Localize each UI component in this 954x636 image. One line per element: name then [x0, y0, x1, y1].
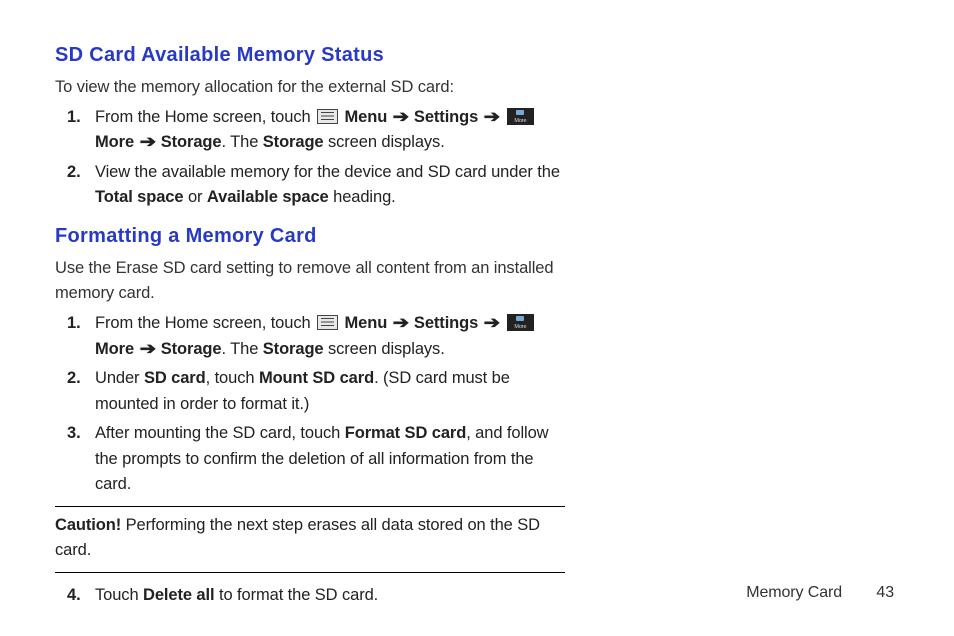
- footer-section: Memory Card: [746, 584, 842, 601]
- menu-label: Menu: [345, 108, 388, 126]
- step-2: 2. View the available memory for the dev…: [95, 160, 565, 211]
- step-number: 4.: [67, 583, 81, 609]
- mount-sd-label: Mount SD card: [259, 369, 374, 387]
- settings-label: Settings: [414, 108, 478, 126]
- step-text: heading.: [329, 188, 396, 206]
- page-content: SD Card Available Memory Status To view …: [55, 40, 565, 609]
- step-text: From the Home screen, touch: [95, 314, 315, 332]
- step-text: . The: [221, 340, 262, 358]
- step-text: Touch: [95, 586, 143, 604]
- more-icon: [507, 108, 534, 125]
- sd-card-label: SD card: [144, 369, 206, 387]
- storage-label-2: Storage: [263, 340, 324, 358]
- step-text: to format the SD card.: [214, 586, 378, 604]
- steps-formatting-cont: 4. Touch Delete all to format the SD car…: [55, 583, 565, 609]
- arrow-icon: ➔: [483, 311, 499, 337]
- steps-formatting: 1. From the Home screen, touch Menu ➔ Se…: [55, 311, 565, 498]
- arrow-icon: ➔: [392, 105, 408, 131]
- arrow-icon: ➔: [483, 105, 499, 131]
- step-text: screen displays.: [324, 340, 445, 358]
- step-text: or: [183, 188, 206, 206]
- step-text: View the available memory for the device…: [95, 163, 560, 181]
- intro-formatting: Use the Erase SD card setting to remove …: [55, 256, 565, 307]
- arrow-icon: ➔: [392, 311, 408, 337]
- step-number: 1.: [67, 311, 81, 337]
- page-footer: Memory Card 43: [746, 581, 894, 606]
- more-label: More: [95, 340, 134, 358]
- step-text: . The: [221, 133, 262, 151]
- heading-formatting: Formatting a Memory Card: [55, 221, 565, 252]
- heading-sd-available: SD Card Available Memory Status: [55, 40, 565, 71]
- available-space-label: Available space: [207, 188, 329, 206]
- storage-label: Storage: [161, 340, 222, 358]
- caution-label: Caution!: [55, 516, 121, 534]
- menu-icon: [317, 315, 338, 330]
- caution-block: Caution! Performing the next step erases…: [55, 506, 565, 573]
- step-number: 2.: [67, 160, 81, 186]
- arrow-icon: ➔: [139, 130, 155, 156]
- step-text: screen displays.: [324, 133, 445, 151]
- step-3: 3. After mounting the SD card, touch For…: [95, 421, 565, 498]
- settings-label: Settings: [414, 314, 478, 332]
- step-1: 1. From the Home screen, touch Menu ➔ Se…: [95, 105, 565, 156]
- caution-text: Performing the next step erases all data…: [55, 516, 540, 560]
- storage-label-2: Storage: [263, 133, 324, 151]
- step-number: 3.: [67, 421, 81, 447]
- step-text: Under: [95, 369, 144, 387]
- step-1: 1. From the Home screen, touch Menu ➔ Se…: [95, 311, 565, 362]
- delete-all-label: Delete all: [143, 586, 214, 604]
- storage-label: Storage: [161, 133, 222, 151]
- menu-icon: [317, 109, 338, 124]
- menu-label: Menu: [345, 314, 388, 332]
- step-2: 2. Under SD card, touch Mount SD card. (…: [95, 366, 565, 417]
- arrow-icon: ➔: [139, 337, 155, 363]
- more-label: More: [95, 133, 134, 151]
- total-space-label: Total space: [95, 188, 183, 206]
- page-number: 43: [876, 584, 894, 601]
- step-text: From the Home screen, touch: [95, 108, 315, 126]
- format-sd-label: Format SD card: [345, 424, 466, 442]
- steps-sd-available: 1. From the Home screen, touch Menu ➔ Se…: [55, 105, 565, 211]
- step-4: 4. Touch Delete all to format the SD car…: [95, 583, 565, 609]
- intro-sd-available: To view the memory allocation for the ex…: [55, 75, 565, 101]
- step-text: After mounting the SD card, touch: [95, 424, 345, 442]
- step-number: 1.: [67, 105, 81, 131]
- step-text: , touch: [206, 369, 259, 387]
- step-number: 2.: [67, 366, 81, 392]
- more-icon: [507, 314, 534, 331]
